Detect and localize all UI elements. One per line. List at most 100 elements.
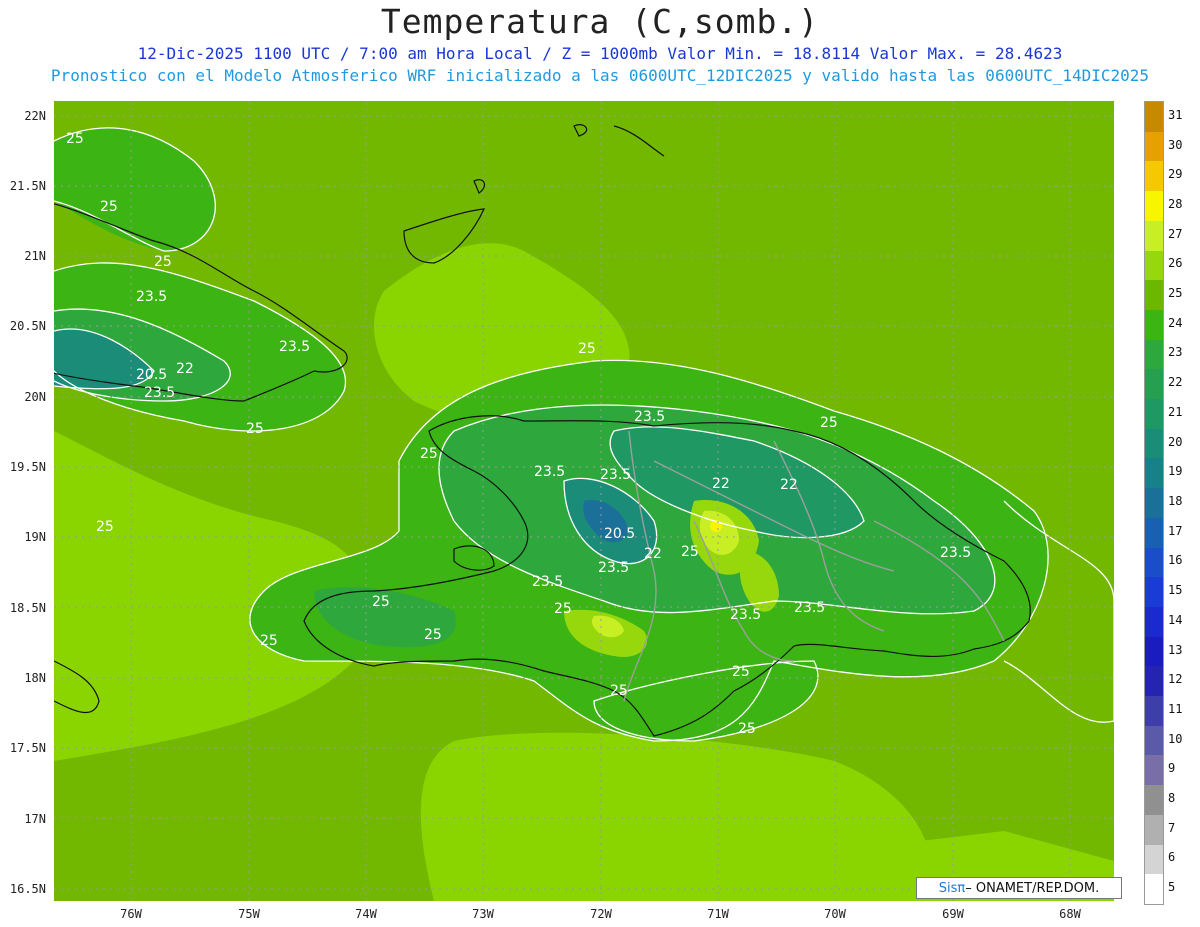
colorbar-label: 24 bbox=[1168, 315, 1183, 330]
colorbar-label: 19 bbox=[1168, 464, 1183, 479]
colorbar-swatch bbox=[1145, 547, 1163, 578]
contour-label: 25 bbox=[96, 519, 114, 535]
contour-label: 23.5 bbox=[634, 409, 665, 425]
colorbar-swatch bbox=[1145, 844, 1163, 875]
colorbar-label: 16 bbox=[1168, 553, 1183, 568]
lat-label: 19.5N bbox=[9, 460, 46, 474]
lat-label: 20.5N bbox=[9, 319, 46, 333]
lat-label: 20N bbox=[24, 390, 46, 404]
lon-label: 72W bbox=[590, 907, 612, 921]
contour-label: 25 bbox=[154, 254, 172, 270]
lat-label: 19N bbox=[24, 530, 46, 544]
contour-label: 25 bbox=[420, 446, 438, 462]
colorbar-label: 25 bbox=[1168, 286, 1183, 301]
colorbar-label: 26 bbox=[1168, 256, 1183, 271]
colorbar-label: 31 bbox=[1168, 107, 1183, 122]
colorbar-swatch bbox=[1145, 191, 1163, 222]
contour-label: 22 bbox=[712, 476, 730, 492]
contour-label: 23.5 bbox=[279, 339, 310, 355]
colorbar-swatch bbox=[1145, 220, 1163, 252]
contour-label: 23.5 bbox=[940, 545, 971, 561]
sispi-logo-text: Sisπ bbox=[938, 880, 966, 896]
contour-label: 22 bbox=[644, 546, 662, 562]
contour-label: 23.5 bbox=[532, 574, 563, 590]
colorbar-swatch bbox=[1145, 755, 1163, 786]
colorbar-swatch bbox=[1145, 102, 1163, 133]
colorbar-label: 13 bbox=[1168, 642, 1183, 657]
colorbar-label: 17 bbox=[1168, 523, 1183, 538]
contour-label: 23.5 bbox=[600, 467, 631, 483]
colorbar-swatch bbox=[1145, 696, 1163, 727]
colorbar-label: 27 bbox=[1168, 226, 1183, 241]
valid-time-line: 12-Dic-2025 1100 UTC / 7:00 am Hora Loca… bbox=[137, 44, 1063, 63]
lon-label: 76W bbox=[120, 907, 142, 921]
colorbar-label: 5 bbox=[1168, 880, 1176, 895]
contour-label: 25 bbox=[610, 683, 628, 699]
colorbar-swatch bbox=[1145, 666, 1163, 697]
colorbar-swatch bbox=[1145, 339, 1163, 370]
credit-text: – ONAMET/REP.DOM. bbox=[965, 880, 1100, 896]
contour-label: 25 bbox=[246, 421, 264, 437]
colorbar-label: 18 bbox=[1168, 494, 1183, 508]
contour-label: 25 bbox=[260, 633, 278, 649]
lon-label: 69W bbox=[942, 907, 964, 921]
contour-label: 25 bbox=[820, 415, 838, 431]
contour-label: 25 bbox=[372, 594, 390, 610]
colorbar-swatch bbox=[1145, 785, 1163, 816]
lon-label: 73W bbox=[472, 907, 494, 921]
map-canvas: 25 25 25 23.5 23.5 22 20.5 23.5 25 25 25… bbox=[54, 101, 1114, 901]
contour-label: 23.5 bbox=[136, 289, 167, 305]
lon-label: 74W bbox=[355, 907, 377, 921]
contour-label: 25 bbox=[578, 341, 596, 357]
temperature-map: 25 25 25 23.5 23.5 22 20.5 23.5 25 25 25… bbox=[54, 101, 1114, 901]
contour-label: 20.5 bbox=[604, 526, 635, 542]
contour-label: 25 bbox=[681, 544, 699, 560]
colorbar-label: 12 bbox=[1168, 672, 1183, 687]
contour-label: 20.5 bbox=[136, 367, 167, 383]
credit-box: Sisπ – ONAMET/REP.DOM. bbox=[916, 877, 1122, 899]
colorbar-swatch bbox=[1145, 814, 1163, 846]
colorbar bbox=[1144, 101, 1164, 905]
colorbar-label: 6 bbox=[1168, 850, 1176, 865]
colorbar-swatch bbox=[1145, 636, 1163, 667]
colorbar-label: 20 bbox=[1168, 434, 1183, 449]
colorbar-label: 10 bbox=[1168, 731, 1183, 746]
colorbar-swatch bbox=[1145, 874, 1163, 905]
lat-label: 16.5N bbox=[9, 882, 46, 896]
colorbar-label: 30 bbox=[1168, 137, 1183, 152]
colorbar-swatch bbox=[1145, 488, 1163, 519]
colorbar-swatch bbox=[1145, 458, 1163, 489]
contour-label: 25 bbox=[732, 664, 750, 680]
contour-label: 25 bbox=[554, 601, 572, 617]
lon-label: 71W bbox=[707, 907, 729, 921]
colorbar-swatch bbox=[1145, 517, 1163, 549]
colorbar-label: 29 bbox=[1168, 167, 1183, 182]
contour-label: 25 bbox=[66, 131, 84, 147]
lon-label: 70W bbox=[824, 907, 846, 921]
lat-label: 18N bbox=[24, 671, 46, 685]
colorbar-swatch bbox=[1145, 577, 1163, 608]
colorbar-swatch bbox=[1145, 161, 1163, 192]
lat-label: 17.5N bbox=[9, 741, 46, 755]
lon-label: 68W bbox=[1059, 907, 1081, 921]
colorbar-label: 11 bbox=[1168, 701, 1183, 716]
lat-label: 22N bbox=[24, 109, 46, 123]
lon-label: 75W bbox=[238, 907, 260, 921]
lat-label: 21N bbox=[24, 249, 46, 263]
contour-label: 25 bbox=[100, 199, 118, 215]
colorbar-swatch bbox=[1145, 131, 1163, 162]
colorbar-label: 15 bbox=[1168, 583, 1183, 598]
contour-label: 22 bbox=[780, 477, 798, 493]
contour-label: 22 bbox=[176, 361, 194, 377]
lat-label: 17N bbox=[24, 812, 46, 826]
colorbar-label: 21 bbox=[1168, 404, 1183, 419]
colorbar-label: 7 bbox=[1168, 820, 1176, 835]
lat-label: 21.5N bbox=[9, 179, 46, 193]
colorbar-swatch bbox=[1145, 280, 1163, 311]
colorbar-swatch bbox=[1145, 399, 1163, 430]
colorbar-label: 8 bbox=[1168, 791, 1176, 806]
colorbar-label: 9 bbox=[1168, 761, 1176, 776]
colorbar-swatch bbox=[1145, 606, 1163, 638]
contour-label: 25 bbox=[738, 721, 756, 737]
contour-label: 23.5 bbox=[598, 560, 629, 576]
